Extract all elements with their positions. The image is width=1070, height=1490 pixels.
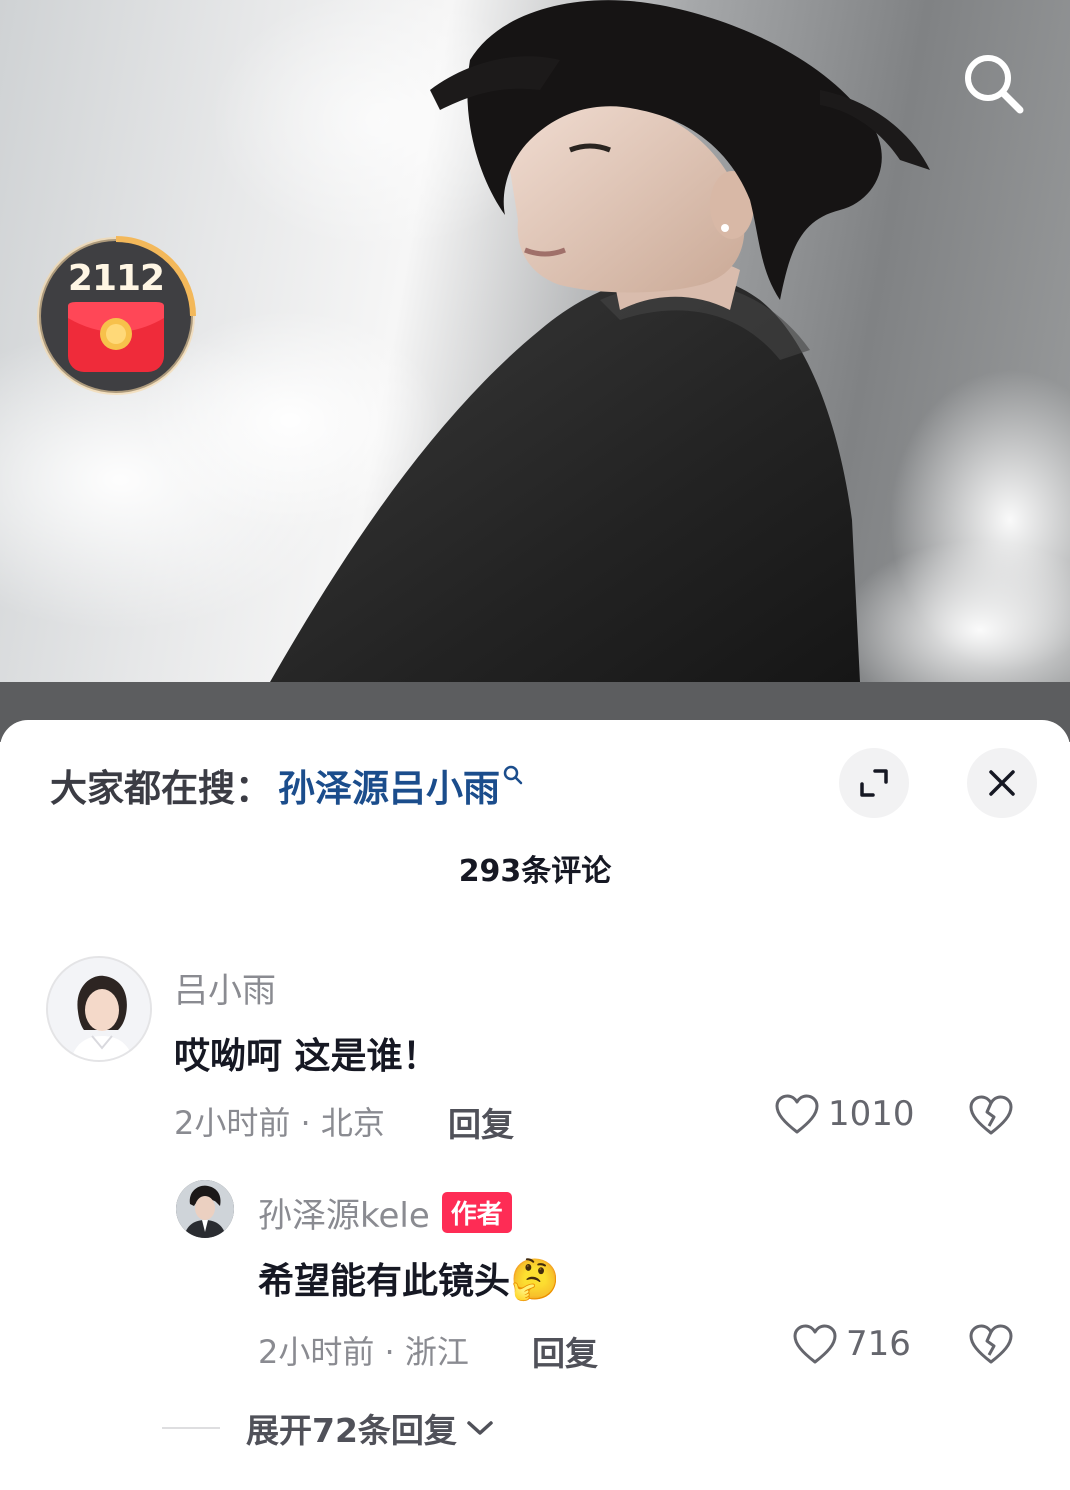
reward-count: 2112 [67,258,165,299]
search-icon [965,55,1024,114]
avatar[interactable] [176,1180,234,1238]
reward-widget[interactable]: 2112 [36,236,196,396]
reply-author[interactable]: 孙泽源kele 作者 [258,1188,512,1237]
dislike-button[interactable] [968,1323,1014,1369]
author-badge: 作者 [441,1192,512,1233]
reply-text: 希望能有此镜头🤔 [258,1252,560,1304]
reply-meta: 2小时前 · 浙江 [258,1333,469,1371]
divider-line [162,1427,220,1429]
broken-heart-icon [969,1324,1013,1364]
expand-replies-button[interactable]: 展开72条回复 [162,1404,495,1452]
reply-button[interactable]: 回复 [532,1327,598,1375]
reply-item[interactable]: 孙泽源kele 作者 希望能有此镜头🤔 2小时前 · 浙江 回复 716 [0,720,1070,1400]
expand-replies-label: 展开72条回复 [246,1411,457,1450]
like-count: 716 [846,1324,911,1364]
reply-text-body: 希望能有此镜头 [258,1261,511,1302]
like-button[interactable]: 716 [792,1323,911,1365]
heart-icon [793,1324,837,1364]
thinking-emoji: 🤔 [510,1257,560,1303]
comment-sheet: 大家都在搜： 孙泽源吕小雨 293条评论 吕小雨 哎呦呵 这是谁！ 2小时前 ·… [0,720,1070,1490]
chevron-down-icon [467,1421,493,1435]
reply-author-name: 孙泽源kele [258,1196,430,1236]
search-button[interactable] [955,45,1031,121]
